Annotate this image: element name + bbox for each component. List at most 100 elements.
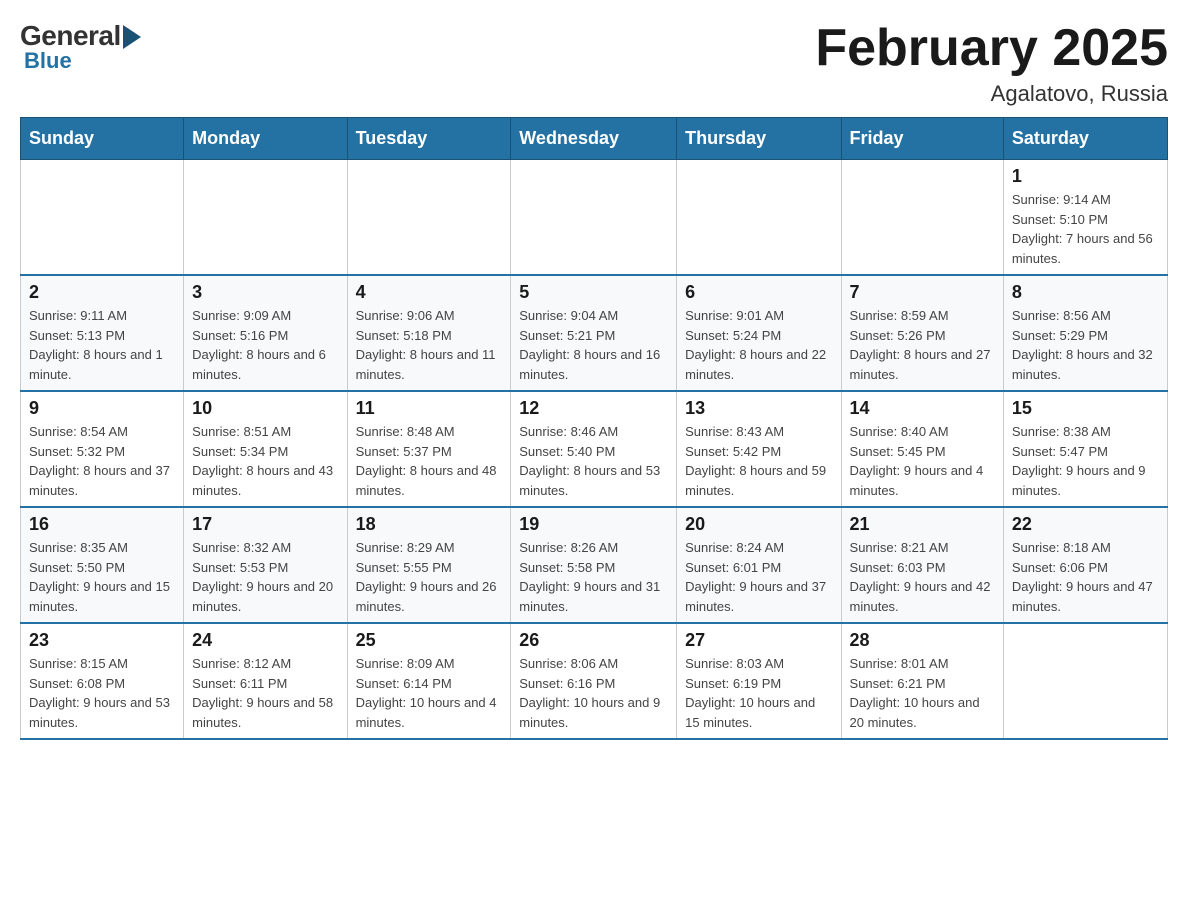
day-info: Sunrise: 8:35 AMSunset: 5:50 PMDaylight:… xyxy=(29,538,175,616)
header-tuesday: Tuesday xyxy=(347,118,511,160)
calendar-cell: 13Sunrise: 8:43 AMSunset: 5:42 PMDayligh… xyxy=(677,391,841,507)
header-monday: Monday xyxy=(184,118,347,160)
day-number: 22 xyxy=(1012,514,1159,535)
calendar-cell: 15 Sunrise: 8:38 AMSunset: 5:47 PMDayligh… xyxy=(1003,391,1167,507)
day-number: 6 xyxy=(685,282,832,303)
calendar-cell: 12 Sunrise: 8:46 AMSunset: 5:40 PMDayligh… xyxy=(511,391,677,507)
day-info: Sunrise: 8:38 AMSunset: 5:47 PMDaylight:… xyxy=(1012,422,1159,500)
day-info: Sunrise: 8:48 AMSunset: 5:37 PMDaylight:… xyxy=(356,422,503,500)
day-number: 24 xyxy=(192,630,338,651)
calendar-cell: 8 Sunrise: 8:56 AMSunset: 5:29 PMDaylight… xyxy=(1003,275,1167,391)
calendar-cell: 5 Sunrise: 9:04 AMSunset: 5:21 PMDaylight… xyxy=(511,275,677,391)
day-info: Sunrise: 9:06 AMSunset: 5:18 PMDaylight:… xyxy=(356,306,503,384)
day-number: 1 xyxy=(1012,166,1159,187)
day-info: Sunrise: 9:11 AMSunset: 5:13 PMDaylight:… xyxy=(29,306,175,384)
day-number: 2 xyxy=(29,282,175,303)
day-number: 3 xyxy=(192,282,338,303)
calendar-header-row: SundayMondayTuesdayWednesdayThursdayFrid… xyxy=(21,118,1168,160)
day-info: Sunrise: 8:56 AMSunset: 5:29 PMDaylight:… xyxy=(1012,306,1159,384)
header-wednesday: Wednesday xyxy=(511,118,677,160)
day-number: 7 xyxy=(850,282,995,303)
day-info: Sunrise: 8:09 AMSunset: 6:14 PMDaylight:… xyxy=(356,654,503,732)
calendar-week-2: 2 Sunrise: 9:11 AMSunset: 5:13 PMDaylight… xyxy=(21,275,1168,391)
day-number: 4 xyxy=(356,282,503,303)
calendar-cell: 25 Sunrise: 8:09 AMSunset: 6:14 PMDayligh… xyxy=(347,623,511,739)
day-info: Sunrise: 8:54 AMSunset: 5:32 PMDaylight:… xyxy=(29,422,175,500)
day-info: Sunrise: 8:24 AMSunset: 6:01 PMDaylight:… xyxy=(685,538,832,616)
calendar-week-3: 9 Sunrise: 8:54 AMSunset: 5:32 PMDaylight… xyxy=(21,391,1168,507)
day-info: Sunrise: 8:15 AMSunset: 6:08 PMDaylight:… xyxy=(29,654,175,732)
day-info: Sunrise: 8:26 AMSunset: 5:58 PMDaylight:… xyxy=(519,538,668,616)
calendar-cell xyxy=(21,160,184,276)
calendar-week-1: 1 Sunrise: 9:14 AMSunset: 5:10 PMDaylight… xyxy=(21,160,1168,276)
day-number: 25 xyxy=(356,630,503,651)
location-text: Agalatovo, Russia xyxy=(815,81,1168,107)
day-number: 13 xyxy=(685,398,832,419)
day-info: Sunrise: 8:29 AMSunset: 5:55 PMDaylight:… xyxy=(356,538,503,616)
calendar-cell: 23 Sunrise: 8:15 AMSunset: 6:08 PMDayligh… xyxy=(21,623,184,739)
calendar-cell: 2 Sunrise: 9:11 AMSunset: 5:13 PMDaylight… xyxy=(21,275,184,391)
day-number: 21 xyxy=(850,514,995,535)
logo-blue-text: Blue xyxy=(24,48,72,74)
day-info: Sunrise: 9:09 AMSunset: 5:16 PMDaylight:… xyxy=(192,306,338,384)
calendar-cell: 19Sunrise: 8:26 AMSunset: 5:58 PMDayligh… xyxy=(511,507,677,623)
day-info: Sunrise: 8:21 AMSunset: 6:03 PMDaylight:… xyxy=(850,538,995,616)
header-thursday: Thursday xyxy=(677,118,841,160)
day-number: 20 xyxy=(685,514,832,535)
day-number: 16 xyxy=(29,514,175,535)
header-sunday: Sunday xyxy=(21,118,184,160)
day-info: Sunrise: 8:18 AMSunset: 6:06 PMDaylight:… xyxy=(1012,538,1159,616)
day-info: Sunrise: 8:32 AMSunset: 5:53 PMDaylight:… xyxy=(192,538,338,616)
calendar-cell xyxy=(184,160,347,276)
day-number: 26 xyxy=(519,630,668,651)
day-number: 11 xyxy=(356,398,503,419)
day-info: Sunrise: 8:40 AMSunset: 5:45 PMDaylight:… xyxy=(850,422,995,500)
calendar-cell xyxy=(1003,623,1167,739)
calendar-cell: 10Sunrise: 8:51 AMSunset: 5:34 PMDayligh… xyxy=(184,391,347,507)
calendar-cell: 22 Sunrise: 8:18 AMSunset: 6:06 PMDayligh… xyxy=(1003,507,1167,623)
calendar-cell: 17 Sunrise: 8:32 AMSunset: 5:53 PMDayligh… xyxy=(184,507,347,623)
calendar-cell: 11 Sunrise: 8:48 AMSunset: 5:37 PMDayligh… xyxy=(347,391,511,507)
logo: General Blue xyxy=(20,20,141,74)
title-area: February 2025 Agalatovo, Russia xyxy=(815,20,1168,107)
calendar-cell: 26 Sunrise: 8:06 AMSunset: 6:16 PMDayligh… xyxy=(511,623,677,739)
calendar-table: SundayMondayTuesdayWednesdayThursdayFrid… xyxy=(20,117,1168,740)
day-info: Sunrise: 9:04 AMSunset: 5:21 PMDaylight:… xyxy=(519,306,668,384)
logo-arrow-icon xyxy=(123,25,141,49)
day-number: 8 xyxy=(1012,282,1159,303)
day-number: 15 xyxy=(1012,398,1159,419)
calendar-cell: 24 Sunrise: 8:12 AMSunset: 6:11 PMDayligh… xyxy=(184,623,347,739)
calendar-cell: 20 Sunrise: 8:24 AMSunset: 6:01 PMDayligh… xyxy=(677,507,841,623)
calendar-week-5: 23 Sunrise: 8:15 AMSunset: 6:08 PMDayligh… xyxy=(21,623,1168,739)
day-number: 28 xyxy=(850,630,995,651)
calendar-cell: 14Sunrise: 8:40 AMSunset: 5:45 PMDayligh… xyxy=(841,391,1003,507)
day-number: 9 xyxy=(29,398,175,419)
header-saturday: Saturday xyxy=(1003,118,1167,160)
calendar-cell: 6Sunrise: 9:01 AMSunset: 5:24 PMDaylight… xyxy=(677,275,841,391)
calendar-cell: 16 Sunrise: 8:35 AMSunset: 5:50 PMDayligh… xyxy=(21,507,184,623)
calendar-cell: 3 Sunrise: 9:09 AMSunset: 5:16 PMDaylight… xyxy=(184,275,347,391)
calendar-cell: 4 Sunrise: 9:06 AMSunset: 5:18 PMDaylight… xyxy=(347,275,511,391)
calendar-cell xyxy=(677,160,841,276)
day-info: Sunrise: 8:46 AMSunset: 5:40 PMDaylight:… xyxy=(519,422,668,500)
day-info: Sunrise: 8:12 AMSunset: 6:11 PMDaylight:… xyxy=(192,654,338,732)
day-info: Sunrise: 8:59 AMSunset: 5:26 PMDaylight:… xyxy=(850,306,995,384)
day-info: Sunrise: 8:06 AMSunset: 6:16 PMDaylight:… xyxy=(519,654,668,732)
header-friday: Friday xyxy=(841,118,1003,160)
month-title: February 2025 xyxy=(815,20,1168,77)
calendar-cell xyxy=(511,160,677,276)
calendar-cell: 28Sunrise: 8:01 AMSunset: 6:21 PMDayligh… xyxy=(841,623,1003,739)
day-number: 12 xyxy=(519,398,668,419)
calendar-cell: 7 Sunrise: 8:59 AMSunset: 5:26 PMDaylight… xyxy=(841,275,1003,391)
day-number: 23 xyxy=(29,630,175,651)
calendar-cell xyxy=(347,160,511,276)
day-info: Sunrise: 8:51 AMSunset: 5:34 PMDaylight:… xyxy=(192,422,338,500)
day-info: Sunrise: 9:14 AMSunset: 5:10 PMDaylight:… xyxy=(1012,190,1159,268)
calendar-cell: 1 Sunrise: 9:14 AMSunset: 5:10 PMDaylight… xyxy=(1003,160,1167,276)
calendar-cell: 21 Sunrise: 8:21 AMSunset: 6:03 PMDayligh… xyxy=(841,507,1003,623)
day-number: 17 xyxy=(192,514,338,535)
day-number: 27 xyxy=(685,630,832,651)
calendar-cell xyxy=(841,160,1003,276)
calendar-cell: 9 Sunrise: 8:54 AMSunset: 5:32 PMDaylight… xyxy=(21,391,184,507)
day-number: 5 xyxy=(519,282,668,303)
